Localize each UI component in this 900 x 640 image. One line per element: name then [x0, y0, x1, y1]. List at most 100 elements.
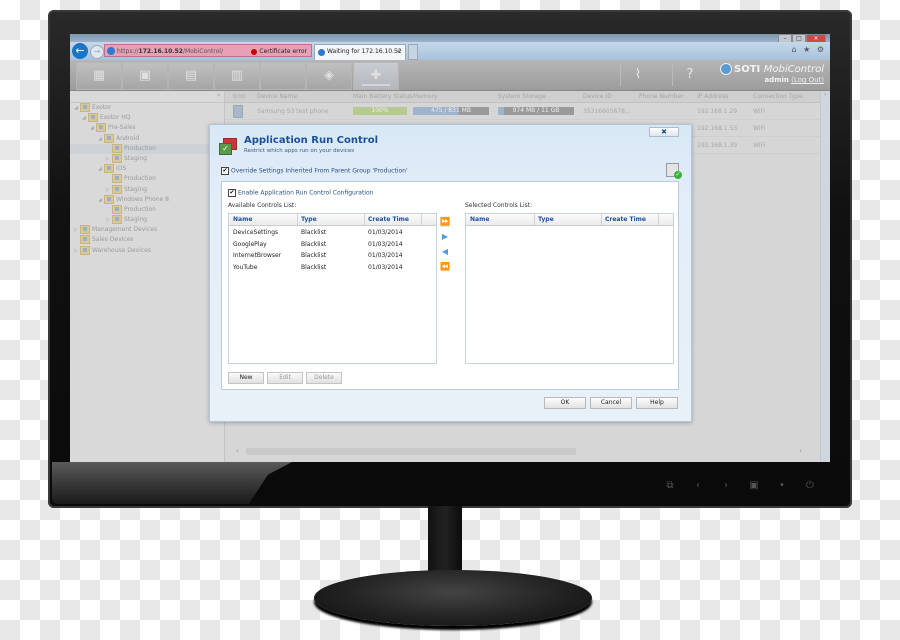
cancel-button[interactable]: Cancel [590, 397, 632, 409]
edit-button[interactable]: Edit [267, 372, 303, 384]
column-header[interactable]: Phone Number [639, 93, 684, 100]
monitor-power-icon[interactable]: ⏻ [804, 480, 816, 491]
nav-tab-devices[interactable]: ▣ [122, 62, 168, 90]
column-header[interactable]: Main Battery Status [353, 93, 412, 100]
column-header[interactable]: Connection Type [753, 93, 803, 100]
monitor-menu-icon[interactable]: ▣ [748, 480, 760, 491]
group-folder-icon [104, 164, 114, 174]
ip-address: 192.168.1.53 [697, 125, 738, 132]
column-header-name[interactable]: Name [470, 216, 489, 223]
tree-item[interactable]: ◢ Exotor HQ [70, 113, 224, 123]
taskbar: – □ × [70, 34, 830, 44]
ip-address: 192.168.1.39 [697, 142, 738, 149]
column-header[interactable]: Memory [413, 93, 437, 100]
column-header[interactable]: Device ID [583, 93, 612, 100]
tree-item[interactable]: Production [70, 204, 224, 215]
list-item[interactable]: InternetBrowser Blacklist 01/03/2014 [229, 249, 436, 261]
tree-item[interactable]: ▷ Warehouse Devices [70, 245, 224, 256]
tree-item[interactable]: ▷ Management Devices [70, 225, 224, 235]
tree-item[interactable]: ▷ Staging [70, 215, 224, 225]
enable-config-checkbox[interactable]: ✔ Enable Application Run Control Configur… [228, 189, 373, 197]
override-settings-checkbox[interactable]: ✔ Override Settings Inherited From Parent… [221, 167, 408, 175]
nav-tab-desktops[interactable]: ▤ [168, 62, 214, 90]
scrollbar-thumb[interactable] [246, 448, 576, 455]
tree-item[interactable]: Production [70, 143, 224, 154]
forward-button[interactable]: → [90, 45, 104, 59]
nav-tab-all-devices[interactable]: ▦ [76, 62, 122, 90]
scroll-left-icon[interactable]: ‹ [236, 447, 239, 455]
nav-tab-android[interactable]: ◈ [306, 62, 352, 90]
tree-item[interactable]: ◢ iOS [70, 164, 224, 174]
tab-close-icon[interactable]: × [396, 45, 401, 59]
table-row[interactable]: Samsung S3 test phone 100% 475 / 831 MB … [225, 103, 821, 120]
help-button[interactable]: Help [636, 397, 678, 409]
column-header[interactable]: IP Address [697, 93, 728, 100]
dialog-close-button[interactable]: ✖ [649, 127, 679, 137]
tree-item[interactable]: ◢ Windows Phone 8 [70, 194, 224, 205]
url-host: 172.16.10.52 [138, 48, 183, 55]
column-header[interactable]: System Storage [498, 93, 546, 100]
browser-tab[interactable]: Waiting for 172.16.10.52 × [314, 44, 406, 60]
configuration-status-icon[interactable]: ✓ [666, 163, 682, 179]
help-menu-button[interactable]: ? [672, 64, 707, 86]
column-header[interactable]: Device Name [257, 93, 297, 100]
nav-tab-apple[interactable] [260, 62, 306, 90]
add-button[interactable]: ▶ [440, 232, 450, 242]
column-header[interactable]: Icon [233, 93, 246, 100]
available-controls-list[interactable]: Name Type Create Time DeviceSettings Blac… [228, 213, 437, 364]
column-header-type[interactable]: Type [538, 216, 554, 223]
reports-button[interactable]: ⌇ [620, 64, 655, 86]
tree-item[interactable]: ▷ Staging [70, 184, 224, 195]
column-header-create-time[interactable]: Create Time [605, 216, 646, 223]
grid-icon: ▦ [92, 68, 106, 83]
add-all-button[interactable]: ⏩ [440, 217, 450, 227]
list-item[interactable]: YouTube Blacklist 01/03/2014 [229, 261, 436, 273]
monitor-right-icon[interactable]: › [720, 480, 732, 491]
nav-tab-windows[interactable]: ▥ [214, 62, 260, 90]
tree-item-label: Staging [124, 185, 147, 193]
tree-item[interactable]: ◢ Pre-Sales [70, 123, 224, 133]
tree-item[interactable]: Production [70, 174, 224, 184]
tree-item-label: Production [124, 205, 156, 213]
collapse-tree-icon[interactable]: « [217, 91, 221, 99]
url-input[interactable]: https://172.16.10.52/MobiControl/ Certif… [104, 44, 312, 57]
tree-item-label: Warehouse Devices [92, 246, 151, 254]
remove-button[interactable]: ◀ [440, 247, 450, 257]
monitor-left-icon[interactable]: ‹ [692, 480, 704, 491]
group-folder-icon [104, 133, 114, 143]
override-label: Override Settings Inherited From Parent … [231, 167, 408, 175]
checkbox-checked-icon[interactable]: ✔ [228, 189, 236, 197]
tree-item[interactable]: ◢ Exotor [70, 103, 224, 113]
nav-tab-android-plus[interactable]: ✚ [353, 62, 399, 90]
column-header-type[interactable]: Type [301, 216, 317, 223]
new-button[interactable]: New [228, 372, 264, 384]
connection-type: WiFi [753, 125, 766, 132]
remove-all-button[interactable]: ⏪ [440, 262, 450, 272]
right-panel-collapse[interactable]: « [820, 91, 830, 462]
device-group-tree: « ◢ Exotor ◢ Exotor HQ ◢ Pre-Sales ◢ Android Pro… [70, 91, 225, 462]
ok-button[interactable]: OK [544, 397, 586, 409]
logout-link[interactable]: (Log Out) [791, 76, 824, 84]
group-folder-icon [80, 245, 90, 255]
horizontal-scrollbar[interactable]: ‹ › [232, 447, 812, 456]
back-button[interactable]: ← [72, 43, 88, 59]
list-item[interactable]: GooglePlay Blacklist 01/03/2014 [229, 238, 436, 250]
browser-toolbar-icons[interactable]: ⌂ ★ ⚙ [791, 45, 826, 54]
tree-item-label: Exotor HQ [100, 114, 131, 122]
scroll-right-icon[interactable]: › [799, 447, 802, 455]
column-header-name[interactable]: Name [233, 216, 252, 223]
tree-item[interactable]: Sales Devices [70, 235, 224, 245]
checkbox-checked-icon[interactable]: ✔ [221, 167, 229, 175]
selected-controls-list[interactable]: Name Type Create Time [465, 213, 674, 364]
column-header-create-time[interactable]: Create Time [368, 216, 409, 223]
delete-button[interactable]: Delete [306, 372, 342, 384]
certificate-error-badge[interactable]: Certificate error [251, 45, 307, 58]
new-tab-button[interactable] [408, 44, 418, 60]
enable-label: Enable Application Run Control Configura… [238, 189, 374, 197]
list-item[interactable]: DeviceSettings Blacklist 01/03/2014 [229, 226, 436, 238]
monitor-input-icon[interactable]: ⧉ [664, 480, 676, 491]
tree-item[interactable]: ◢ Android [70, 133, 224, 144]
group-folder-icon [96, 123, 106, 133]
tree-item-label: Exotor [92, 104, 112, 111]
tree-item[interactable]: ▷ Staging [70, 153, 224, 164]
